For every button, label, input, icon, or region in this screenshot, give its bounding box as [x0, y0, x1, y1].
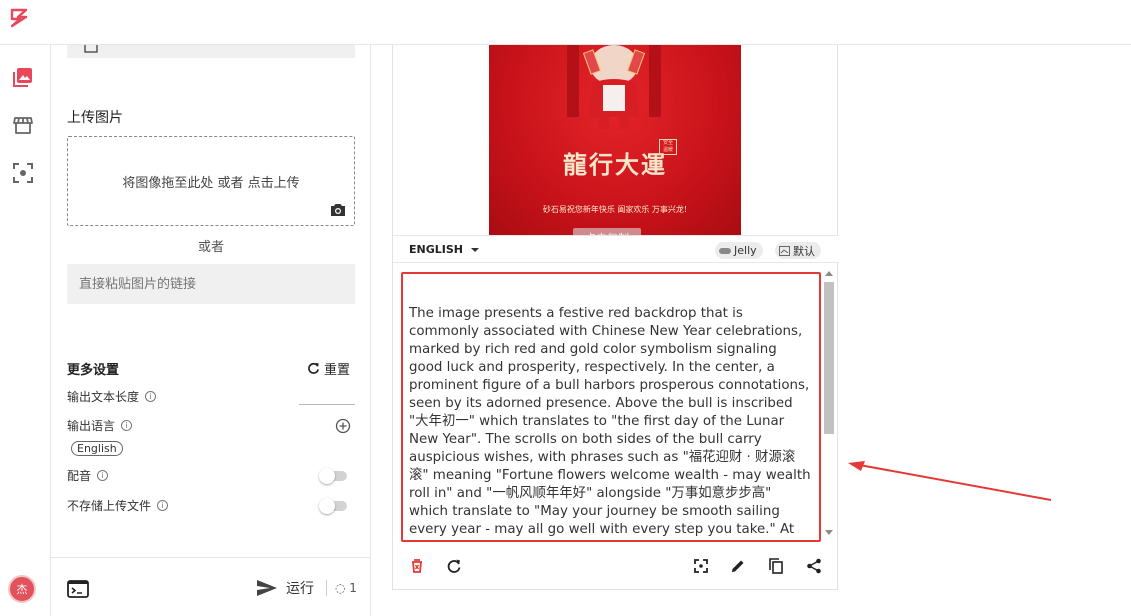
store-icon[interactable] [12, 114, 34, 136]
share-icon[interactable] [806, 558, 822, 574]
voice-icon [719, 247, 731, 254]
style-tag-label: 默认 [793, 244, 815, 258]
voice-tag-label: Jelly [734, 244, 757, 257]
language-chip[interactable]: English [71, 441, 123, 456]
scan-icon[interactable] [12, 162, 34, 184]
voice-tag[interactable]: Jelly [715, 242, 763, 259]
delete-icon[interactable] [409, 558, 425, 574]
poster-greeting: 砂石易祝您新年快乐 阖家欢乐 万事兴龙! [542, 205, 688, 214]
voice-toggle[interactable] [319, 468, 347, 484]
style-tag[interactable]: 默认 [775, 242, 821, 259]
credit-value: 1 [349, 581, 357, 595]
more-settings-title: 更多设置 [67, 363, 120, 378]
fullscreen-icon[interactable] [693, 558, 709, 574]
image-url-input[interactable] [67, 264, 355, 304]
top-bar [0, 0, 1131, 45]
output-length-row: 输出文本长度 i [67, 388, 157, 405]
send-icon [257, 580, 277, 596]
settings-panel: 上传图片 将图像拖至此处 或者 点击上传 或者 更多设置 重置 输出文本长度 i… [51, 45, 371, 616]
run-button[interactable]: 运行 ◌ 1 [256, 578, 357, 598]
style-icon [779, 245, 790, 256]
poster-title: 龍行大運 [563, 150, 667, 179]
image-dropzone[interactable]: 将图像拖至此处 或者 点击上传 [67, 136, 355, 226]
chevron-down-icon [470, 247, 479, 252]
image-gallery-icon[interactable] [12, 66, 34, 88]
description-output[interactable]: The image presents a festive red backdro… [401, 272, 821, 542]
output-language-label: 输出语言 [67, 419, 116, 433]
info-icon[interactable]: i [97, 470, 109, 481]
add-circle-icon[interactable] [335, 418, 351, 434]
refresh-icon[interactable] [446, 558, 462, 574]
nav-rail: 杰 [0, 45, 51, 616]
reset-label: 重置 [324, 363, 351, 378]
panel-footer: 运行 ◌ 1 [51, 557, 371, 616]
copy-icon[interactable] [768, 558, 784, 574]
scrollbar[interactable] [823, 268, 835, 538]
annotation-arrow [848, 461, 1052, 501]
logo-icon[interactable] [8, 7, 30, 29]
info-icon[interactable]: i [157, 500, 169, 511]
scroll-down-arrow[interactable] [825, 530, 833, 535]
dropzone-text: 将图像拖至此处 或者 点击上传 [122, 176, 300, 191]
language-select[interactable]: ENGLISH [409, 243, 479, 256]
upload-title: 上传图片 [67, 110, 123, 126]
reset-button[interactable]: 重置 [307, 359, 350, 378]
description-text: The image presents a festive red backdro… [409, 306, 811, 537]
run-label: 运行 [286, 581, 314, 597]
avatar[interactable]: 杰 [8, 575, 36, 603]
info-icon[interactable]: i [121, 420, 133, 431]
result-actions [393, 550, 839, 580]
bull-figure-image [567, 45, 661, 129]
camera-icon[interactable] [330, 203, 346, 217]
poster-stamp: 安全 温暖 [659, 139, 677, 155]
previous-option-item[interactable] [67, 45, 355, 58]
copy-icon [84, 45, 98, 53]
terminal-icon[interactable] [67, 580, 89, 598]
language-bar: ENGLISH Jelly 默认 [393, 235, 839, 263]
language-label: ENGLISH [409, 243, 463, 256]
output-length-input[interactable] [299, 404, 355, 405]
info-icon[interactable]: i [145, 391, 157, 402]
no-store-toggle[interactable] [319, 498, 347, 514]
divider [326, 580, 327, 596]
output-language-row: 输出语言 i [67, 417, 133, 434]
edit-icon[interactable] [730, 558, 746, 574]
refresh-icon [308, 362, 319, 374]
no-store-label: 不存储上传文件 [67, 499, 152, 513]
voice-label: 配音 [67, 469, 92, 483]
result-card: 龍行大運 安全温暖 砂石易祝您新年快乐 阖家欢乐 万事兴龙! 点击复制 ENGL… [392, 45, 839, 590]
scroll-thumb[interactable] [824, 282, 834, 434]
credit-cost: ◌ 1 [335, 581, 357, 595]
or-divider: 或者 [197, 240, 224, 255]
output-length-label: 输出文本长度 [67, 390, 140, 404]
scroll-up-arrow[interactable] [825, 271, 833, 276]
uploaded-image-preview[interactable]: 龍行大運 安全 温暖 砂石易祝您新年快乐 阖家欢乐 万事兴龙! [489, 45, 741, 235]
no-store-row: 不存储上传文件 i [67, 497, 169, 514]
voice-row: 配音 i [67, 467, 109, 484]
